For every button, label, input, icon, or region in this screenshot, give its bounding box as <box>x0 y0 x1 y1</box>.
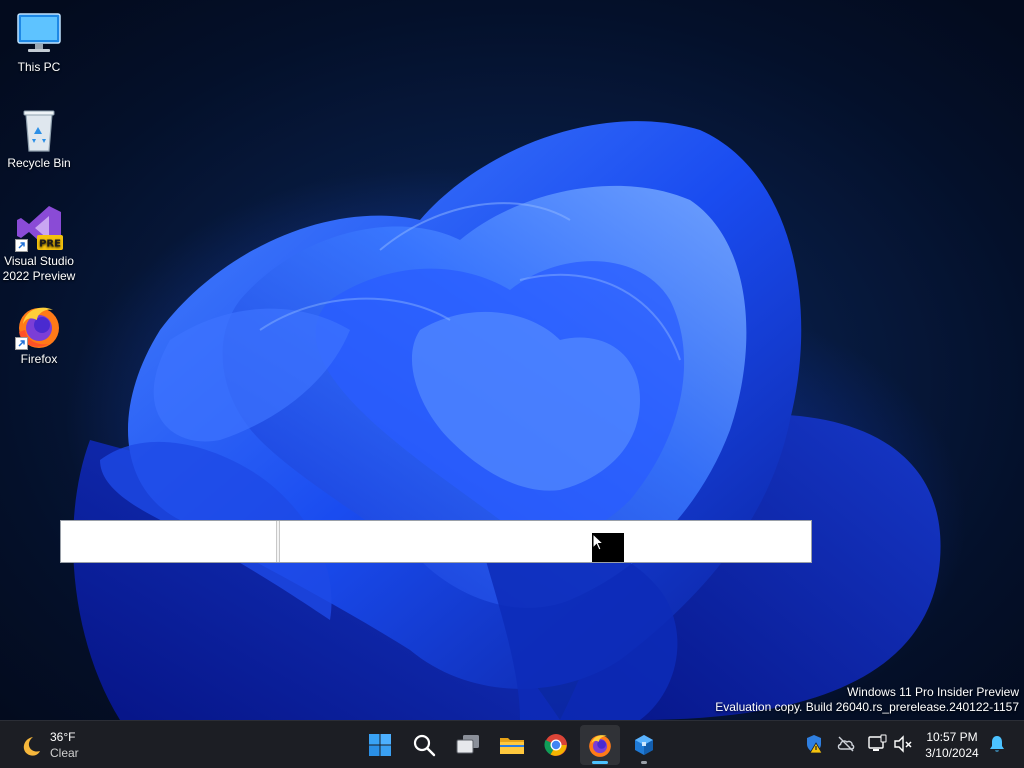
pre-badge: PRE <box>39 239 61 250</box>
file-explorer-button[interactable] <box>492 725 532 765</box>
moon-icon <box>23 737 40 756</box>
wallpaper-bloom <box>73 121 941 720</box>
search-button[interactable] <box>404 725 444 765</box>
recycle-bin-icon <box>15 106 63 154</box>
desktop-icon-firefox[interactable]: Firefox <box>1 302 77 367</box>
desktop-icon-visual-studio[interactable]: PRE Visual Studio 2022 Preview <box>1 204 77 284</box>
windows-watermark: Windows 11 Pro Insider Preview Evaluatio… <box>715 685 1019 715</box>
clock-time: 10:57 PM <box>926 730 978 744</box>
taskbar: 36°F Clear 10:57 PM 3/10/2024 <box>0 720 1024 768</box>
cloud-offline-icon[interactable] <box>836 734 856 754</box>
desktop-icon-recycle-bin[interactable]: Recycle Bin <box>1 106 77 171</box>
desktop-icon-this-pc[interactable]: This PC <box>1 10 77 75</box>
task-view-button[interactable] <box>448 725 488 765</box>
folder-icon <box>500 738 524 754</box>
chrome-button[interactable] <box>536 725 576 765</box>
desktop-icon-label: Firefox <box>20 352 58 366</box>
firefox-taskbar-button[interactable] <box>580 725 620 765</box>
blank-dialog-bar[interactable] <box>60 520 812 563</box>
watermark-line2: Evaluation copy. Build 26040.rs_prerelea… <box>715 700 1019 714</box>
task-view-icon <box>456 735 479 754</box>
desktop-icon-label-line1: Visual Studio <box>4 254 74 268</box>
volume-muted-icon[interactable] <box>893 734 913 754</box>
firefox-icon <box>15 302 63 350</box>
running-app-indicator <box>641 761 647 764</box>
firefox-icon <box>589 735 611 757</box>
desktop-icon-label-line2: 2022 Preview <box>2 269 76 283</box>
desktop-icon-label: This PC <box>17 60 61 74</box>
shortcut-arrow-icon <box>15 337 28 350</box>
watermark-line1: Windows 11 Pro Insider Preview <box>847 685 1019 699</box>
system-clock[interactable]: 10:57 PM 3/10/2024 <box>916 729 988 761</box>
cube-app-icon <box>635 735 653 755</box>
clock-date: 3/10/2024 <box>925 746 979 760</box>
weather-temperature: 36°F <box>50 730 76 744</box>
app-taskbar-button[interactable] <box>624 725 664 765</box>
weather-condition: Clear <box>50 746 79 760</box>
security-warning-icon[interactable] <box>804 734 824 754</box>
start-button[interactable] <box>360 725 400 765</box>
active-app-indicator <box>592 761 608 764</box>
shortcut-arrow-icon <box>15 239 28 252</box>
desktop[interactable]: This PC Recycle Bin PRE Visual Studio 20… <box>0 0 1024 720</box>
search-icon <box>413 734 436 757</box>
windows-start-icon <box>369 734 391 756</box>
computer-icon <box>15 10 63 58</box>
network-icon[interactable] <box>867 734 887 754</box>
desktop-icon-label: Recycle Bin <box>7 156 71 170</box>
bell-icon[interactable] <box>987 734 1007 754</box>
chrome-icon <box>544 734 567 756</box>
dialog-splitter[interactable] <box>276 521 280 562</box>
mouse-cursor-icon <box>592 533 604 551</box>
visual-studio-icon: PRE <box>15 204 63 252</box>
